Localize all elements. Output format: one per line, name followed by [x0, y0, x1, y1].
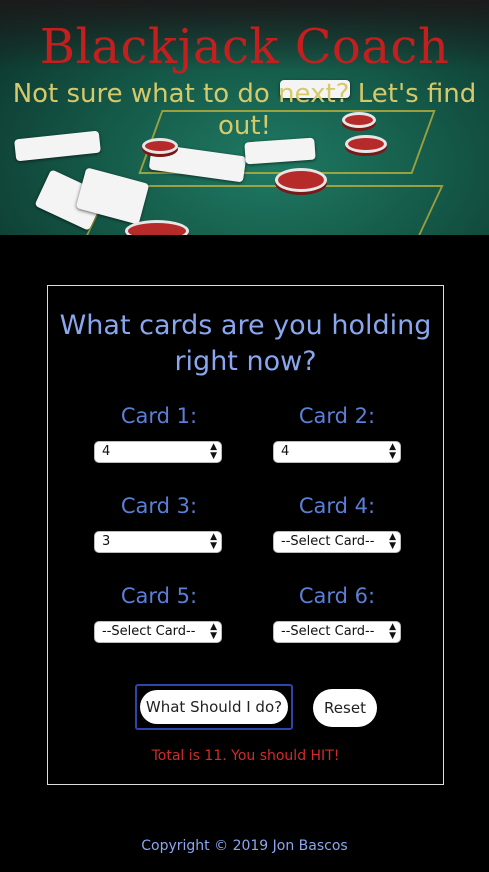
select-arrows-icon: ▲ ▼ [389, 532, 396, 551]
card-6-label: Card 6: [298, 584, 376, 608]
card-2-select[interactable]: 4 ▲ ▼ [273, 441, 401, 463]
card-5-value: --Select Card-- [102, 624, 196, 639]
select-arrows-icon: ▲ ▼ [389, 622, 396, 641]
select-arrows-icon: ▲ ▼ [210, 532, 217, 551]
form-question: What cards are you holding right now? [59, 310, 432, 377]
page-title: Blackjack Coach [39, 19, 450, 75]
what-should-i-do-button[interactable]: What Should I do? [135, 684, 293, 730]
card-3-value: 3 [102, 534, 111, 549]
card-2-label: Card 2: [298, 404, 376, 428]
result-message: Total is 11. You should HIT! [151, 748, 340, 764]
card-form-panel: What cards are you holding right now? Ca… [47, 285, 444, 785]
hero-banner: Blackjack Coach Not sure what to do next… [0, 0, 489, 235]
page-subtitle: Not sure what to do next? Let's find out… [12, 79, 477, 141]
card-1-value: 4 [102, 444, 111, 459]
card-5-label: Card 5: [120, 584, 198, 608]
card-4-value: --Select Card-- [281, 534, 375, 549]
select-arrows-icon: ▲ ▼ [210, 622, 217, 641]
card-4-label: Card 4: [298, 494, 376, 518]
card-1-label: Card 1: [120, 404, 198, 428]
card-5-select[interactable]: --Select Card-- ▲ ▼ [94, 621, 222, 643]
card-2-value: 4 [281, 444, 290, 459]
card-4-select[interactable]: --Select Card-- ▲ ▼ [273, 531, 401, 553]
select-arrows-icon: ▲ ▼ [389, 442, 396, 461]
footer-copyright: Copyright © 2019 Jon Bascos [141, 838, 348, 854]
card-6-value: --Select Card-- [281, 624, 375, 639]
card-3-label: Card 3: [120, 494, 198, 518]
what-should-i-do-label: What Should I do? [140, 690, 288, 724]
card-3-select[interactable]: 3 ▲ ▼ [94, 531, 222, 553]
card-6-select[interactable]: --Select Card-- ▲ ▼ [273, 621, 401, 643]
card-1-select[interactable]: 4 ▲ ▼ [94, 441, 222, 463]
select-arrows-icon: ▲ ▼ [210, 442, 217, 461]
reset-button[interactable]: Reset [313, 689, 377, 727]
